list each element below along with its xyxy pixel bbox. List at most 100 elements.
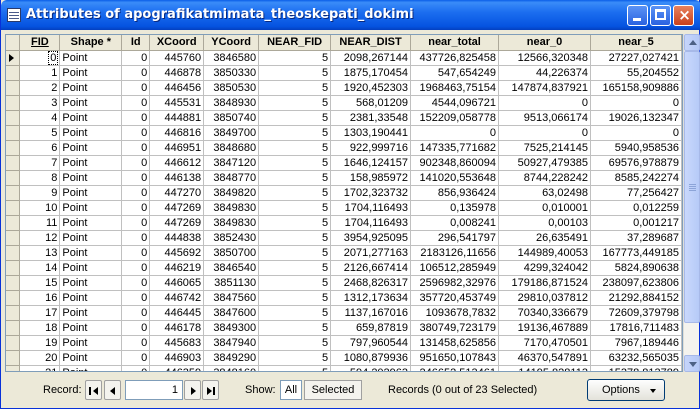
table-cell[interactable]: 5 (258, 245, 332, 261)
table-cell[interactable]: 3847940 (203, 335, 260, 351)
table-cell[interactable]: 0 (590, 125, 682, 141)
table-cell[interactable]: 20 (19, 350, 61, 366)
table-row[interactable]: 10 Point 0 447269 3849830 5 1704,116493 0,13597… (6, 200, 682, 216)
last-record-button[interactable] (202, 380, 219, 400)
table-cell[interactable]: 446612 (149, 155, 205, 171)
table-cell[interactable]: 69576,978879 (590, 155, 682, 171)
table-cell[interactable]: 5 (258, 140, 332, 156)
table-cell[interactable]: 246652,513461 (410, 365, 499, 371)
row-selector[interactable] (6, 170, 21, 186)
table-cell[interactable]: Point (59, 215, 123, 231)
table-cell[interactable]: Point (59, 305, 123, 321)
title-bar[interactable]: Attributes of apografikatmimata_theoskep… (1, 0, 700, 30)
column-header[interactable]: near_0 (498, 35, 591, 51)
table-cell[interactable]: 0,008241 (410, 215, 499, 231)
table-row[interactable]: 7 Point 0 446612 3847120 5 1646,124157 902348,8… (6, 155, 682, 171)
table-cell[interactable]: 1 (19, 65, 61, 81)
first-record-button[interactable] (85, 380, 102, 400)
maximize-button[interactable] (650, 5, 671, 26)
table-cell[interactable]: 167773,449185 (590, 245, 682, 261)
table-cell[interactable]: 446138 (149, 170, 205, 186)
previous-record-button[interactable] (104, 380, 121, 400)
table-row[interactable]: 12 Point 0 444838 3852430 5 3954,925095 296,541… (6, 230, 682, 246)
table-row[interactable]: 6 Point 0 446951 3848680 5 922,999716 147335,77… (6, 140, 682, 156)
row-selector[interactable] (6, 305, 21, 321)
table-cell[interactable]: 29810,037812 (498, 290, 591, 306)
table-cell[interactable]: 3850700 (203, 245, 260, 261)
table-cell[interactable]: 5 (258, 200, 332, 216)
table-row[interactable]: 5 Point 0 446816 3849700 5 1303,190441 0 0 0 (6, 125, 682, 141)
table-cell[interactable]: 4 (19, 110, 61, 126)
table-cell[interactable]: 5 (258, 50, 332, 66)
table-cell[interactable]: 3847560 (203, 290, 260, 306)
table-cell[interactable]: 446456 (149, 80, 205, 96)
table-cell[interactable]: 2071,277163 (330, 245, 412, 261)
table-cell[interactable]: 3848160 (203, 365, 260, 371)
table-cell[interactable]: 0 (498, 95, 591, 111)
column-header[interactable]: FID (19, 35, 61, 51)
table-cell[interactable]: 5824,890638 (590, 260, 682, 276)
table-cell[interactable]: 106512,285949 (410, 260, 499, 276)
table-cell[interactable]: 446065 (149, 275, 205, 291)
table-cell[interactable]: 3849820 (203, 185, 260, 201)
row-selector[interactable] (6, 320, 21, 336)
table-cell[interactable]: 3846540 (203, 260, 260, 276)
table-cell[interactable]: Point (59, 275, 123, 291)
table-cell[interactable]: 1875,170454 (330, 65, 412, 81)
scroll-down-button[interactable] (684, 355, 700, 372)
table-cell[interactable]: 0 (121, 200, 151, 216)
table-cell[interactable]: 16 (19, 290, 61, 306)
table-cell[interactable]: 0 (121, 290, 151, 306)
table-cell[interactable]: 0 (19, 50, 61, 66)
table-cell[interactable]: 0 (121, 365, 151, 371)
table-cell[interactable]: Point (59, 365, 123, 371)
table-row[interactable]: 15 Point 0 446065 3851130 5 2468,826317 2596982… (6, 275, 682, 291)
table-row[interactable]: 3 Point 0 445531 3848930 5 568,01209 4544,09672… (6, 95, 682, 111)
scroll-thumb[interactable] (684, 51, 700, 323)
column-header[interactable]: near_5 (590, 35, 682, 51)
table-cell[interactable]: 594,202963 (330, 365, 412, 371)
row-selector[interactable] (6, 155, 21, 171)
table-cell[interactable]: Point (59, 185, 123, 201)
table-row[interactable]: 18 Point 0 446178 3849300 5 659,87819 380749,72… (6, 320, 682, 336)
table-cell[interactable]: 9 (19, 185, 61, 201)
table-cell[interactable]: 5 (258, 185, 332, 201)
table-cell[interactable]: 296,541797 (410, 230, 499, 246)
table-cell[interactable]: Point (59, 335, 123, 351)
table-cell[interactable]: 446178 (149, 320, 205, 336)
table-cell[interactable]: 547,654249 (410, 65, 499, 81)
table-cell[interactable]: 4544,096721 (410, 95, 499, 111)
table-cell[interactable]: 1920,452303 (330, 80, 412, 96)
table-cell[interactable]: 147335,771682 (410, 140, 499, 156)
table-cell[interactable]: 9513,066174 (498, 110, 591, 126)
column-header[interactable]: Id (121, 35, 151, 51)
table-cell[interactable]: 5 (258, 275, 332, 291)
table-cell[interactable]: 922,999716 (330, 140, 412, 156)
scroll-up-button[interactable] (684, 34, 700, 51)
table-cell[interactable]: 1704,116493 (330, 215, 412, 231)
table-cell[interactable]: 19026,132347 (590, 110, 682, 126)
table-cell[interactable]: 0,012259 (590, 200, 682, 216)
table-cell[interactable]: 2126,667414 (330, 260, 412, 276)
column-header[interactable]: NEAR_DIST (330, 35, 412, 51)
table-cell[interactable]: Point (59, 140, 123, 156)
table-cell[interactable]: 446878 (149, 65, 205, 81)
table-cell[interactable]: 444838 (149, 230, 205, 246)
table-cell[interactable]: 2098,267144 (330, 50, 412, 66)
table-cell[interactable]: Point (59, 110, 123, 126)
table-cell[interactable]: 0,135978 (410, 200, 499, 216)
row-selector[interactable] (6, 230, 21, 246)
table-cell[interactable]: 446742 (149, 290, 205, 306)
table-row[interactable]: 21Point044635938481605594,202963246652,5… (6, 365, 682, 371)
table-cell[interactable]: 3848770 (203, 170, 260, 186)
table-cell[interactable]: 0 (121, 80, 151, 96)
table-cell[interactable]: 437726,825458 (410, 50, 499, 66)
table-cell[interactable]: 3847120 (203, 155, 260, 171)
table-cell[interactable]: 3849700 (203, 125, 260, 141)
row-selector-header[interactable] (6, 35, 21, 51)
table-cell[interactable]: 0 (121, 335, 151, 351)
table-cell[interactable]: 0 (590, 95, 682, 111)
table-cell[interactable]: 5 (258, 65, 332, 81)
row-selector[interactable] (6, 200, 21, 216)
table-cell[interactable]: 3846580 (203, 50, 260, 66)
